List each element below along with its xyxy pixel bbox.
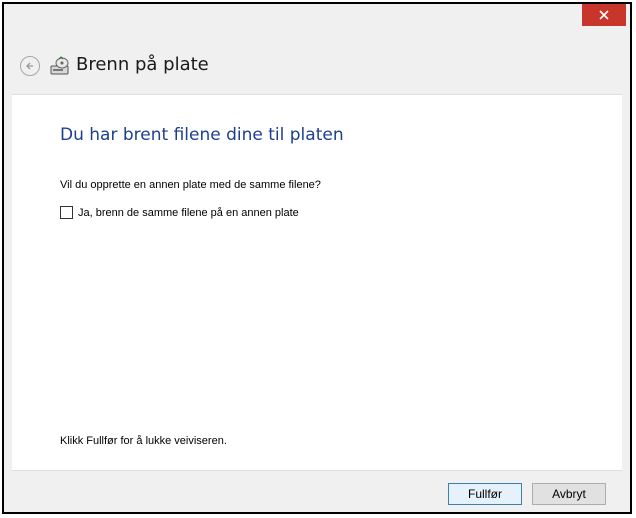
wizard-window: Brenn på plate Du har brent filene dine … <box>2 2 632 514</box>
back-button[interactable] <box>20 56 40 76</box>
wizard-title: Brenn på plate <box>76 54 209 75</box>
close-button[interactable] <box>582 4 626 26</box>
title-bar <box>4 4 630 40</box>
burn-again-option[interactable]: Ja, brenn de samme filene på en annen pl… <box>60 206 299 219</box>
finish-hint: Klikk Fullfør for å lukke veiviseren. <box>60 435 227 447</box>
page-heading: Du har brent filene dine til platen <box>60 125 344 145</box>
question-text: Vil du opprette en annen plate med de sa… <box>60 179 321 191</box>
finish-button[interactable]: Fullfør <box>448 483 522 505</box>
back-arrow-icon <box>26 62 33 70</box>
burn-again-label[interactable]: Ja, brenn de samme filene på en annen pl… <box>78 207 299 219</box>
close-icon <box>599 10 609 20</box>
button-bar: Fullfør Avbryt <box>12 470 622 510</box>
content-area: Du har brent filene dine til platen Vil … <box>12 94 622 470</box>
cancel-button[interactable]: Avbryt <box>532 483 606 505</box>
nav-bar: Brenn på plate <box>4 40 630 94</box>
burn-again-checkbox[interactable] <box>60 206 73 219</box>
disc-burner-icon <box>50 56 69 75</box>
